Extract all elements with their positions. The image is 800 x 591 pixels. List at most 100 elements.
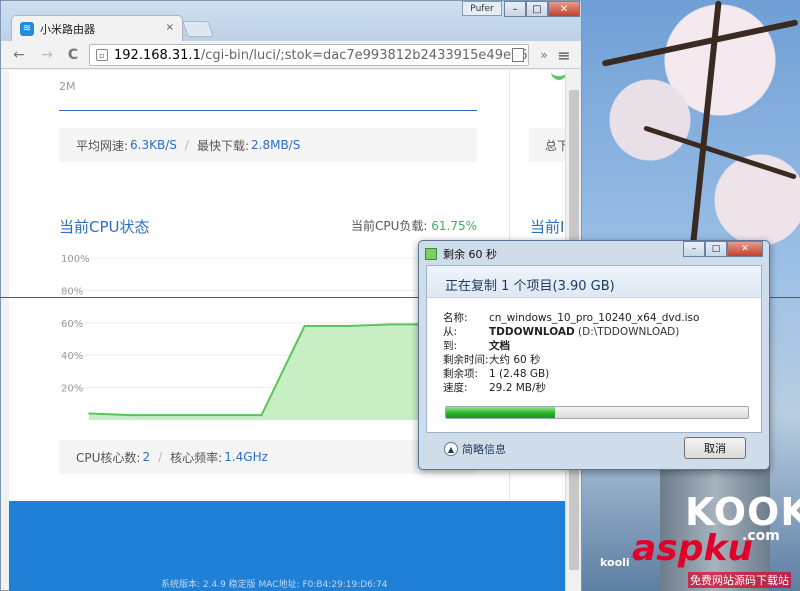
dialog-title: 剩余 60 秒: [425, 246, 497, 262]
dialog-minimize-button[interactable]: –: [683, 241, 705, 257]
dialog-window-buttons: – □ ✕: [683, 241, 763, 257]
tab-close-icon[interactable]: ×: [166, 22, 174, 33]
watermark-kooli: kooli: [600, 556, 630, 569]
wifi-icon: ≋: [20, 21, 34, 36]
source-label: 从:: [443, 326, 458, 338]
close-button[interactable]: ✕: [548, 1, 580, 17]
remaining-items-row: 剩余项: 1 (2.48 GB): [443, 366, 549, 381]
cpu-data-point: [260, 414, 263, 416]
file-name-row: 名称: cn_windows_10_pro_10240_x64_dvd.iso: [443, 310, 699, 325]
source-folder-link[interactable]: TDDOWNLOAD: [489, 326, 575, 338]
cpu-data-point: [174, 414, 177, 416]
remaining-items-value: 1 (2.48 GB): [489, 368, 550, 380]
cpu-chart: 100% 80% 60% 40% 20%: [59, 254, 477, 420]
cpu-data-point: [217, 414, 220, 416]
less-details-label: 简略信息: [462, 443, 506, 456]
dialog-footer: ▲ 简略信息 取消: [426, 433, 762, 465]
tab-title: 小米路由器: [40, 22, 95, 36]
browser-tab[interactable]: ≋ 小米路由器 ×: [11, 15, 183, 41]
cpu-status-title: 当前CPU状态: [59, 218, 150, 236]
speed-row: 速度: 29.2 MB/秒: [443, 380, 546, 395]
avg-speed-value: 6.3KB/S: [130, 138, 177, 152]
stat-separator: /: [184, 138, 189, 152]
cpu-data-point: [346, 325, 349, 327]
network-stats-box: 平均网速: 6.3KB/S / 最快下载: 2.8MB/S: [59, 128, 477, 162]
max-download-value: 2.8MB/S: [251, 138, 301, 152]
browser-titlebar: ≋ 小米路由器 × Pufer – □ ✕: [1, 1, 581, 41]
copy-progress-bar: [445, 406, 749, 419]
memory-status-title: 当前I: [530, 218, 565, 236]
max-download-label: 最快下载:: [196, 138, 249, 153]
tree-branch: [643, 125, 797, 180]
copy-progress-dialog: 剩余 60 秒 – □ ✕ 正在复制 1 个项目(3.90 GB) 名称: cn_…: [418, 240, 770, 470]
less-details-button[interactable]: ▲ 简略信息: [444, 441, 506, 457]
forward-arrow-icon[interactable]: →: [37, 45, 57, 65]
y-tick-label: 80%: [61, 286, 83, 297]
url-host: 192.168.31.1: [114, 47, 201, 63]
traffic-axis-label: 2M: [59, 80, 76, 93]
address-bar[interactable]: ▫ 192.168.31.1/cgi-bin/luci/;stok=dac7e9…: [89, 44, 529, 66]
cpu-data-point: [389, 323, 392, 326]
copy-icon: [425, 248, 437, 260]
copy-headline: 正在复制 1 个项目(3.90 GB): [445, 279, 615, 294]
cancel-button[interactable]: 取消: [684, 437, 746, 459]
avg-speed-label: 平均网速:: [76, 138, 129, 153]
watermark-com: .com: [742, 528, 780, 544]
y-tick-label: 100%: [61, 254, 90, 265]
url-path: /cgi-bin/luci/;stok=dac7e993812b2433915e…: [200, 47, 528, 63]
cpu-load: 当前CPU负载: 61.75%: [351, 217, 477, 234]
file-name-value: cn_windows_10_pro_10240_x64_dvd.iso: [489, 312, 700, 324]
destination-row: 到: 文档: [443, 338, 510, 353]
cpu-cores-value: 2: [142, 450, 151, 464]
page-info-icon[interactable]: ▫: [96, 49, 108, 61]
back-arrow-icon[interactable]: ←: [9, 45, 29, 65]
reload-icon[interactable]: C: [63, 45, 83, 65]
chevron-up-icon: ▲: [444, 442, 458, 456]
speed-label: 速度:: [443, 382, 468, 394]
watermark-subtitle: 免费网站源码下载站: [688, 572, 791, 588]
cpu-freq-label: 核心频率:: [170, 450, 223, 465]
dialog-close-button[interactable]: ✕: [727, 241, 763, 257]
source-row: 从: TDDOWNLOAD (D:\TDDOWNLOAD): [443, 324, 679, 339]
progress-fill: [446, 407, 555, 418]
url-text: 192.168.31.1/cgi-bin/luci/;stok=dac7e993…: [114, 48, 528, 63]
cpu-data-point: [88, 412, 90, 415]
dialog-body: 正在复制 1 个项目(3.90 GB) 名称: cn_windows_10_pro…: [426, 265, 762, 433]
watermark-aspku: aspku: [632, 528, 754, 569]
maximize-button[interactable]: □: [526, 1, 548, 17]
remaining-time-row: 剩余时间:大约 60 秒: [443, 352, 541, 367]
y-tick-label: 60%: [61, 319, 83, 330]
cpu-freq-value: 1.4GHz: [224, 450, 268, 464]
menu-icon[interactable]: ≡: [554, 45, 574, 65]
footer-system-info: 系统版本: 2.4.9 稳定版 MAC地址: F0:B4:29:19:D6:74: [161, 580, 388, 590]
cpu-data-point: [131, 414, 133, 416]
extensions-chevron-icon[interactable]: »: [534, 45, 554, 65]
cpu-load-value: 61.75%: [431, 219, 478, 233]
destination-folder-link[interactable]: 文档: [489, 340, 510, 352]
y-tick-label: 20%: [61, 384, 83, 395]
user-profile-badge[interactable]: Pufer: [462, 1, 502, 16]
remaining-items-label: 剩余项:: [443, 368, 479, 380]
remaining-time-label: 剩余时间:: [443, 354, 489, 366]
cpu-load-label: 当前CPU负载:: [351, 219, 428, 233]
minimize-button[interactable]: –: [504, 1, 526, 17]
cpu-cores-label: CPU核心数:: [76, 450, 141, 465]
y-tick-label: 40%: [61, 351, 83, 362]
cpu-data-point: [303, 325, 306, 327]
destination-label: 到:: [443, 340, 458, 352]
stat-separator: /: [158, 450, 163, 464]
speed-value: 29.2 MB/秒: [489, 382, 547, 394]
source-path: (D:\TDDOWNLOAD): [578, 326, 680, 338]
page-action-icon[interactable]: [512, 48, 524, 62]
browser-toolbar: ← → C ▫ 192.168.31.1/cgi-bin/luci/;stok=…: [1, 41, 581, 69]
dialog-title-text: 剩余 60 秒: [443, 248, 497, 261]
gauge-arc: [551, 70, 565, 80]
page-footer: 系统版本: 2.4.9 稳定版 MAC地址: F0:B4:29:19:D6:74: [9, 501, 565, 591]
new-tab-button[interactable]: [182, 21, 214, 37]
dialog-maximize-button[interactable]: □: [705, 241, 727, 257]
total-download-fragment: 总下: [529, 128, 565, 162]
remaining-time-value: 大约 60 秒: [489, 354, 541, 366]
tree-branch: [601, 19, 799, 67]
file-name-label: 名称:: [443, 312, 468, 324]
traffic-chart-line: [59, 110, 477, 111]
